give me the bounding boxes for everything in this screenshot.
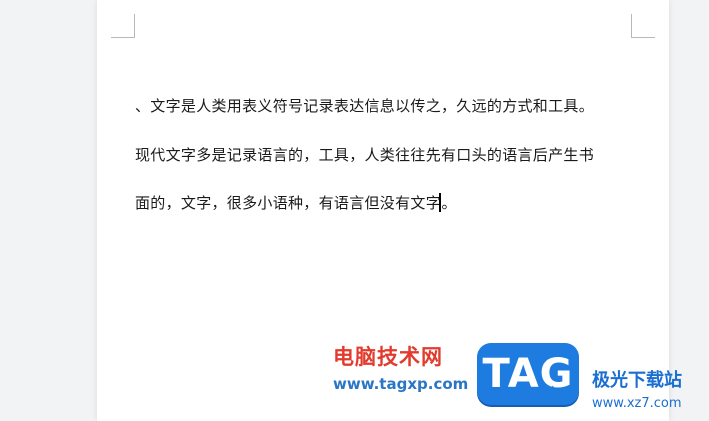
watermark-partner: 极光下载站 www.xz7.com	[592, 370, 682, 412]
watermark-site-url: www.tagxp.com	[333, 375, 469, 393]
document-line-3[interactable]: 面的，文字，很多小语种，有语言但没有文字。	[135, 193, 457, 213]
margin-corner-top-left	[111, 14, 135, 38]
watermark-partner-name: 极光下载站	[592, 370, 682, 391]
swirl-icon	[549, 382, 575, 404]
watermark-partner-url: www.xz7.com	[592, 396, 682, 411]
document-line-3-tail: 。	[441, 194, 457, 212]
watermark-site-name: 电脑技术网	[333, 345, 443, 369]
watermark-site: 电脑技术网 www.tagxp.com	[333, 345, 468, 393]
document-line-1[interactable]: 、文字是人类用表义符号记录表达信息以传之，久远的方式和工具。	[135, 96, 594, 116]
document-line-3-text: 面的，文字，很多小语种，有语言但没有文字	[135, 194, 442, 212]
document-line-2[interactable]: 现代文字多是记录语言的，工具，人类往往先有口头的语言后产生书	[135, 145, 594, 165]
margin-corner-top-right	[631, 14, 655, 38]
text-cursor	[439, 193, 441, 212]
